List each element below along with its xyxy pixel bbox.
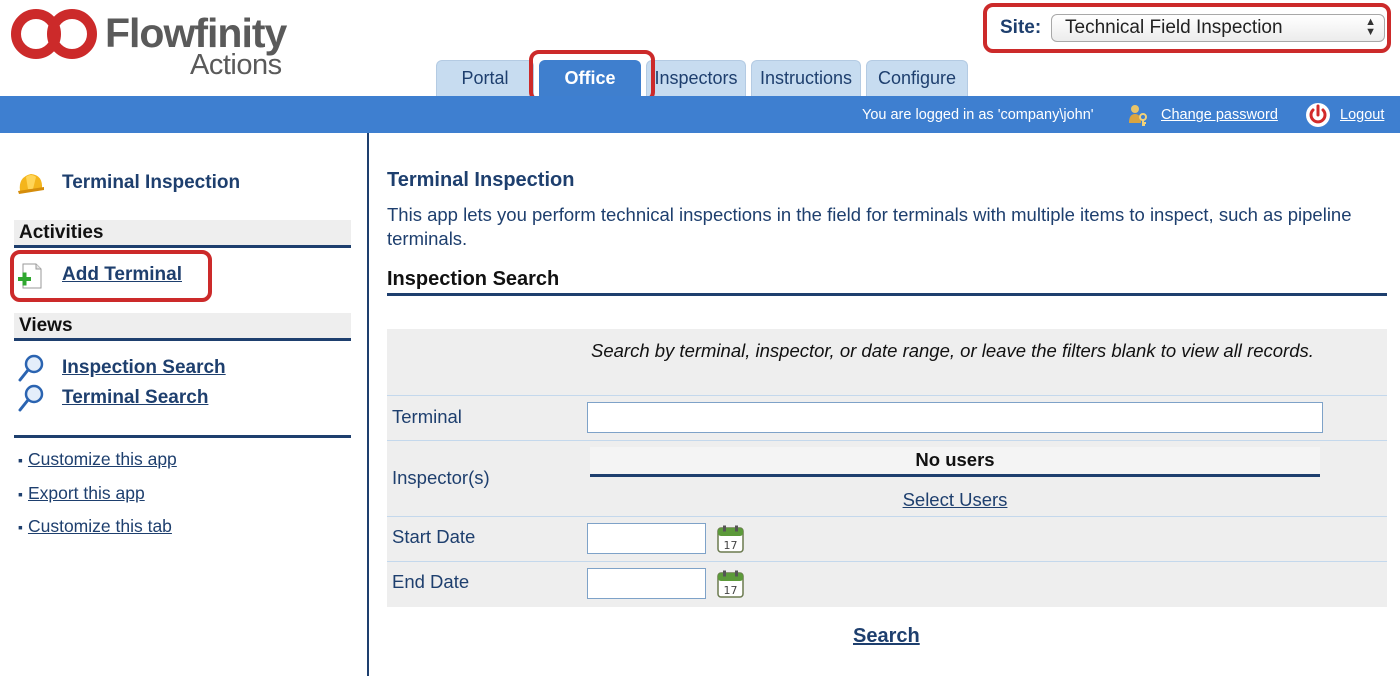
svg-text:17: 17 [724, 539, 738, 552]
tab-configure[interactable]: Configure [866, 60, 968, 96]
sidebar: Terminal Inspection Activities Add Termi… [0, 133, 369, 676]
calendar-icon[interactable]: 17 [717, 525, 744, 553]
app-title[interactable]: Terminal Inspection [62, 171, 240, 195]
export-app-link[interactable]: Export this app [28, 483, 145, 503]
terminal-input[interactable] [587, 402, 1323, 433]
inspectors-label: Inspector(s) [392, 467, 490, 488]
add-document-icon [18, 263, 42, 289]
search-button[interactable]: Search [853, 624, 920, 648]
power-icon[interactable] [1305, 102, 1331, 128]
office-tab-highlight [529, 50, 655, 102]
search-hint: Search by terminal, inspector, or date r… [591, 340, 1314, 361]
logout-link[interactable]: Logout [1340, 106, 1384, 124]
logo-subtitle: Actions [190, 49, 282, 81]
search-form: Search by terminal, inspector, or date r… [387, 329, 1387, 607]
flowfinity-logo[interactable]: Flowfinity Actions [8, 6, 298, 82]
row-divider [387, 516, 1387, 517]
row-divider [387, 440, 1387, 441]
end-date-label: End Date [392, 571, 470, 592]
start-date-label: Start Date [392, 526, 476, 547]
site-label: Site: [1000, 17, 1042, 38]
no-users-box: No users [590, 447, 1320, 477]
customize-tab-item: ▪ Customize this tab [18, 515, 172, 538]
bullet-icon: ▪ [18, 486, 23, 502]
customize-tab-link[interactable]: Customize this tab [28, 516, 172, 536]
select-arrows-icon: ▲ ▼ [1365, 16, 1376, 38]
hardhat-icon [18, 174, 44, 194]
select-users-link[interactable]: Select Users [590, 488, 1320, 512]
tab-instructions[interactable]: Instructions [751, 60, 861, 96]
site-select[interactable]: Technical Field Inspection ▲ ▼ [1051, 14, 1385, 42]
svg-text:17: 17 [724, 584, 738, 597]
terminal-search-link[interactable]: Terminal Search [62, 386, 208, 410]
user-bar: You are logged in as 'company\john' Chan… [0, 96, 1400, 133]
change-password-link[interactable]: Change password [1161, 106, 1278, 124]
magnifier-icon [18, 384, 44, 412]
activities-heading: Activities [14, 220, 351, 248]
inspection-search-link[interactable]: Inspection Search [62, 356, 226, 380]
tab-portal[interactable]: Portal [436, 60, 534, 96]
customize-app-item: ▪ Customize this app [18, 448, 177, 471]
page-description: This app lets you perform technical insp… [387, 204, 1352, 249]
row-divider [387, 395, 1387, 396]
end-date-input[interactable] [587, 568, 706, 599]
tab-inspectors[interactable]: Inspectors [646, 60, 746, 96]
export-app-item: ▪ Export this app [18, 482, 145, 505]
views-heading: Views [14, 313, 351, 341]
terminal-label: Terminal [392, 406, 462, 427]
page-title: Terminal Inspection [387, 169, 575, 191]
section-title: Inspection Search [387, 267, 1387, 296]
magnifier-icon [18, 354, 44, 382]
start-date-input[interactable] [587, 523, 706, 554]
logo-rings-icon [11, 9, 97, 59]
customize-app-link[interactable]: Customize this app [28, 449, 177, 469]
header: Flowfinity Actions Site: Technical Field… [0, 0, 1400, 102]
site-select-value: Technical Field Inspection [1065, 17, 1283, 38]
bullet-icon: ▪ [18, 452, 23, 468]
bullet-icon: ▪ [18, 519, 23, 535]
key-person-icon [1129, 105, 1147, 126]
sidebar-divider [14, 435, 351, 438]
calendar-icon[interactable]: 17 [717, 570, 744, 598]
add-terminal-link[interactable]: Add Terminal [62, 263, 182, 287]
logged-in-text: You are logged in as 'company\john' [862, 107, 1094, 123]
row-divider [387, 561, 1387, 562]
